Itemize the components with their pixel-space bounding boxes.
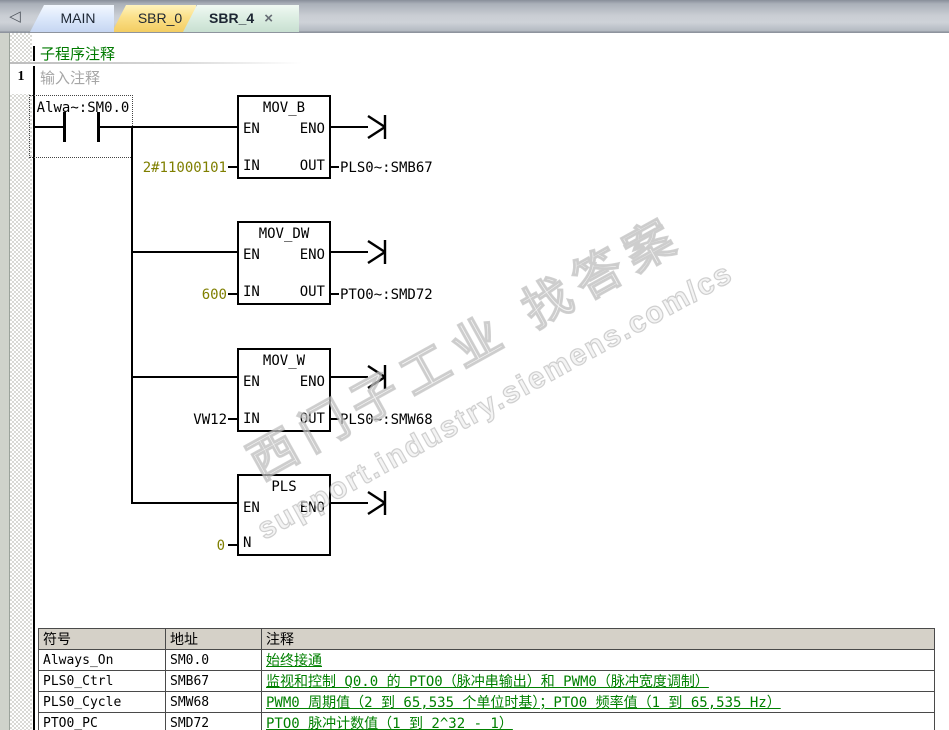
wire <box>133 376 237 378</box>
left-splitter[interactable] <box>0 33 10 730</box>
header-separator <box>10 62 302 64</box>
pin-tick <box>331 293 339 295</box>
pin-en-label: EN <box>243 500 260 516</box>
operand-out-value[interactable]: PTO0~:SMD72 <box>340 287 433 303</box>
col-header-address: 地址 <box>165 628 262 650</box>
network-comment[interactable]: 输入注释 <box>40 67 100 88</box>
pin-out-label: OUT <box>299 411 325 427</box>
block-pls[interactable]: PLS EN ENO N <box>237 474 331 556</box>
pin-en-label: EN <box>243 247 260 263</box>
tab-sbr4[interactable]: SBR_4 × <box>183 5 299 32</box>
symbol-table-header-row: 符号 地址 注释 <box>38 628 935 650</box>
open-wire-arrow-icon <box>367 239 387 265</box>
pin-eno-label: ENO <box>299 247 325 263</box>
cell-address: SMW68 <box>165 691 262 713</box>
pin-en-label: EN <box>243 121 260 137</box>
tab-main[interactable]: MAIN <box>30 5 114 32</box>
cell-comment: 始终接通 <box>261 649 935 671</box>
wire <box>133 251 237 253</box>
wire <box>331 502 368 504</box>
table-row: Always_On SM0.0 始终接通 <box>38 649 935 671</box>
block-mov-w[interactable]: MOV_W EN ENO IN OUT <box>237 348 331 432</box>
wire <box>133 502 237 504</box>
tab-bar: ◁ MAIN SBR_0 SBR_4 × <box>0 0 949 33</box>
cell-symbol: PLS0_Ctrl <box>38 670 166 692</box>
pin-in-label: IN <box>243 284 260 300</box>
tab-sbr4-label: SBR_4 <box>209 10 255 26</box>
wire <box>331 126 368 128</box>
ladder-editor-window: ◁ MAIN SBR_0 SBR_4 × 1 子程序注释 输入注释 西门子工业 … <box>0 0 949 730</box>
operand-in-value[interactable]: VW12 <box>107 412 227 428</box>
cell-symbol: Always_On <box>38 649 166 671</box>
pin-tick <box>228 166 237 168</box>
contact-bar-left[interactable] <box>63 112 66 142</box>
open-wire-arrow-icon <box>367 114 387 140</box>
pin-eno-label: ENO <box>299 374 325 390</box>
cell-comment: PWM0 周期值（2 到 65,535 个单位时基）；PTO0 频率值（1 到 … <box>261 691 935 713</box>
col-header-comment: 注释 <box>261 628 935 650</box>
block-title: PLS <box>271 479 297 495</box>
program-comment[interactable]: 子程序注释 <box>40 43 115 64</box>
wire <box>100 126 237 128</box>
cell-comment: 监视和控制 Q0.0 的 PTO0（脉冲串输出）和 PWM0（脉冲宽度调制） <box>261 670 935 692</box>
symbol-info-table: 符号 地址 注释 Always_On SM0.0 始终接通 PLS0_Ctrl … <box>38 628 935 730</box>
block-title: MOV_DW <box>258 226 310 242</box>
block-title: MOV_B <box>262 100 306 116</box>
contact-operand[interactable]: Alwa~:SM0.0 <box>34 100 132 116</box>
pin-out-label: OUT <box>299 284 325 300</box>
table-row: PLS0_Cycle SMW68 PWM0 周期值（2 到 65,535 个单位… <box>38 691 935 713</box>
pin-in-label: IN <box>243 411 260 427</box>
wire <box>35 126 64 128</box>
cell-address: SMD72 <box>165 712 262 730</box>
pin-tick <box>331 166 339 168</box>
network-number: 1 <box>11 69 31 87</box>
pin-tick <box>228 544 237 546</box>
tab-sbr0[interactable]: SBR_0 <box>112 5 196 32</box>
program-comment-cursor-bar <box>33 46 35 61</box>
pin-tick <box>228 293 237 295</box>
wire <box>331 376 368 378</box>
operand-in-value[interactable]: 0 <box>107 538 225 554</box>
open-wire-arrow-icon <box>367 364 387 390</box>
wire <box>331 251 368 253</box>
pin-tick <box>331 418 339 420</box>
block-title: MOV_W <box>262 353 306 369</box>
pin-in-label: IN <box>243 158 260 174</box>
cell-symbol: PLS0_Cycle <box>38 691 166 713</box>
pin-eno-label: ENO <box>299 121 325 137</box>
pin-en-label: EN <box>243 374 260 390</box>
table-row: PLS0_Ctrl SMB67 监视和控制 Q0.0 的 PTO0（脉冲串输出）… <box>38 670 935 692</box>
operand-in-value[interactable]: 2#11000101 <box>107 160 227 176</box>
open-wire-arrow-icon <box>367 490 387 516</box>
operand-out-value[interactable]: PLS0~:SMW68 <box>340 412 433 428</box>
cell-comment: PTO0 脉冲计数值（1 到 2^32 - 1） <box>261 712 935 730</box>
pin-n-label: N <box>243 535 252 551</box>
pin-eno-label: ENO <box>299 500 325 516</box>
close-icon[interactable]: × <box>264 5 273 32</box>
block-mov-dw[interactable]: MOV_DW EN ENO IN OUT <box>237 221 331 305</box>
power-rail <box>33 66 35 730</box>
pin-out-label: OUT <box>299 158 325 174</box>
table-row: PTO0_PC SMD72 PTO0 脉冲计数值（1 到 2^32 - 1） <box>38 712 935 730</box>
cell-symbol: PTO0_PC <box>38 712 166 730</box>
cell-address: SM0.0 <box>165 649 262 671</box>
operand-in-value[interactable]: 600 <box>107 287 227 303</box>
branch-wire <box>131 126 133 504</box>
operand-out-value[interactable]: PLS0~:SMB67 <box>340 160 433 176</box>
cell-address: SMB67 <box>165 670 262 692</box>
pin-tick <box>228 418 237 420</box>
col-header-symbol: 符号 <box>38 628 166 650</box>
tab-scroll-left-icon[interactable]: ◁ <box>4 5 26 29</box>
block-mov-b[interactable]: MOV_B EN ENO IN OUT <box>237 95 331 179</box>
